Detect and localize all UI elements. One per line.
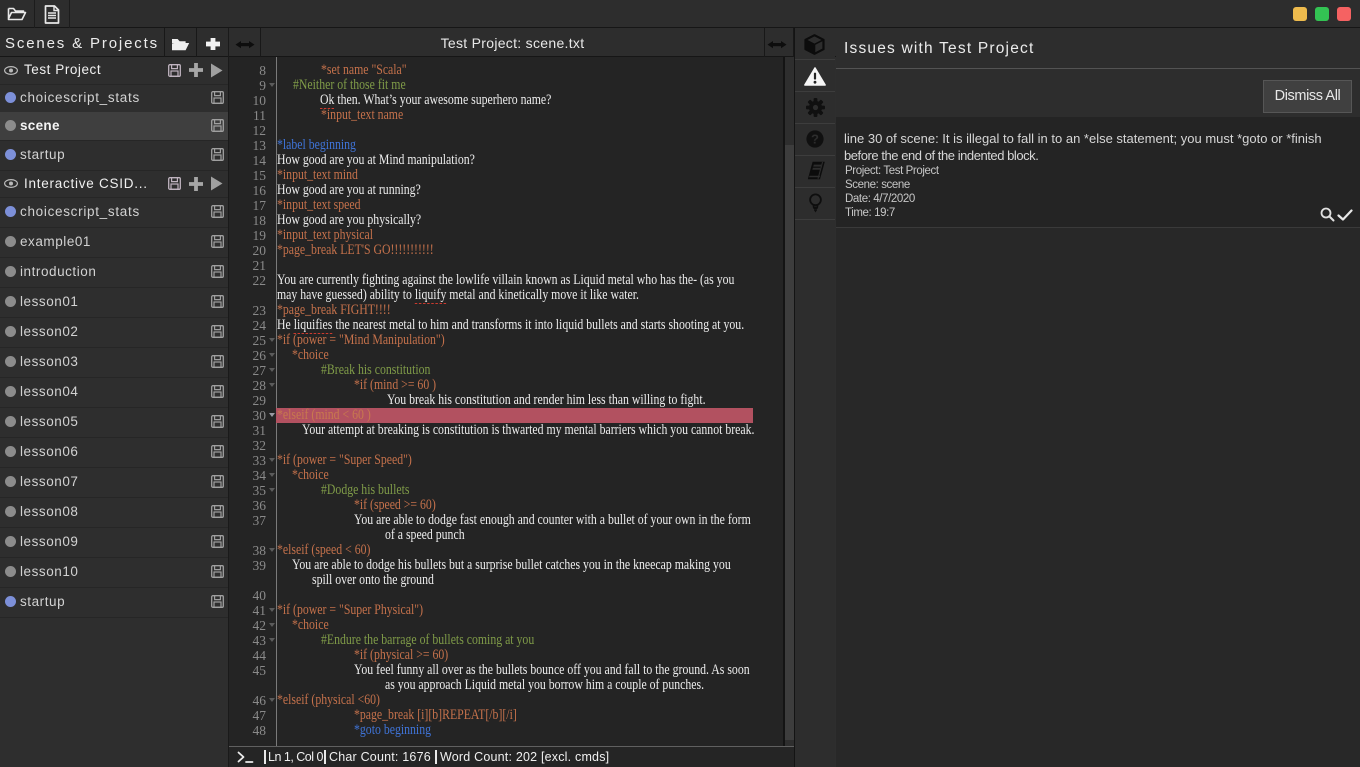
svg-text:?: ? xyxy=(811,132,819,147)
